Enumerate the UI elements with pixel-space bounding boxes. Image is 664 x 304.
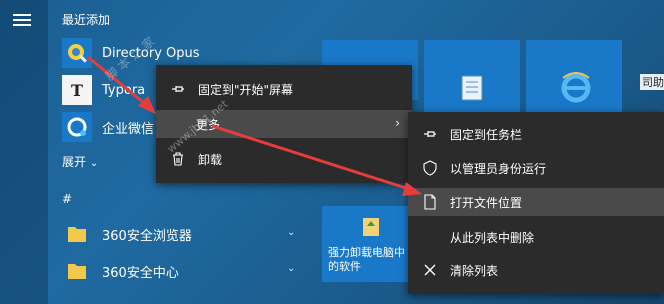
red-arrow-line bbox=[211, 124, 413, 192]
annotation-arrows bbox=[87, 55, 422, 196]
red-arrowhead-icon bbox=[402, 182, 422, 196]
